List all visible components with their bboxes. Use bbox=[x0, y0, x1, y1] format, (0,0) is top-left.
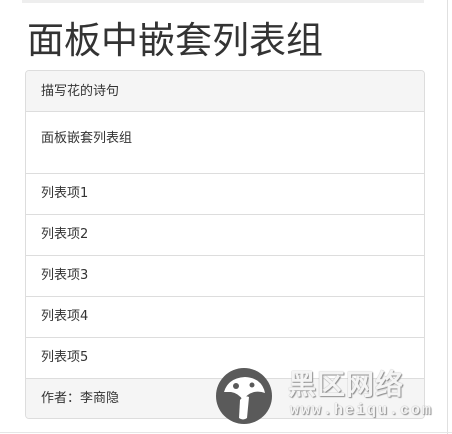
top-divider bbox=[22, 0, 424, 3]
page-title: 面板中嵌套列表组 bbox=[27, 19, 323, 62]
panel-heading: 描写花的诗句 bbox=[26, 71, 424, 112]
list-item: 列表项1 bbox=[26, 173, 424, 214]
page: 面板中嵌套列表组 描写花的诗句 面板嵌套列表组 列表项1 列表项2 列表项3 列… bbox=[0, 0, 452, 434]
watermark-name: 黑区网络 bbox=[288, 368, 405, 401]
list-group: 列表项1 列表项2 列表项3 列表项4 列表项5 bbox=[26, 173, 424, 378]
right-divider bbox=[447, 0, 448, 434]
mushroom-logo-icon bbox=[216, 368, 272, 424]
panel-body: 面板嵌套列表组 bbox=[41, 131, 133, 146]
list-item: 列表项4 bbox=[26, 296, 424, 337]
list-item: 列表项2 bbox=[26, 214, 424, 255]
watermark: 黑区网络 www.heiqu.com bbox=[214, 366, 446, 426]
watermark-url: www.heiqu.com bbox=[290, 402, 434, 419]
bottom-divider bbox=[0, 432, 452, 433]
list-item: 列表项3 bbox=[26, 255, 424, 296]
